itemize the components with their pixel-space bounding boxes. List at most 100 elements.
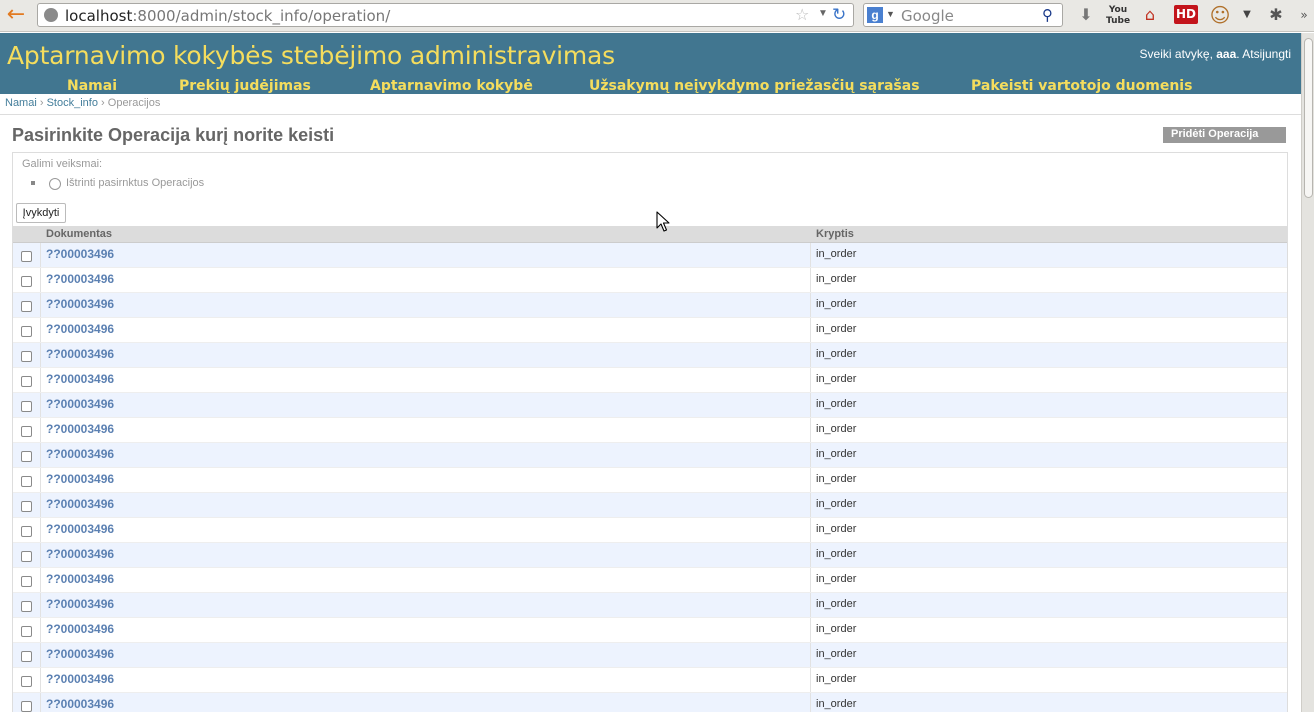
row-checkbox-cell <box>13 693 41 712</box>
table-row: ??00003496 in_order <box>13 343 1287 368</box>
document-link[interactable]: ??00003496 <box>46 372 114 386</box>
row-checkbox[interactable] <box>21 601 32 612</box>
document-link[interactable]: ??00003496 <box>46 447 114 461</box>
youtube-icon[interactable]: You Tube <box>1106 5 1130 27</box>
row-checkbox[interactable] <box>21 276 32 287</box>
table-row: ??00003496 in_order <box>13 393 1287 418</box>
row-checkbox[interactable] <box>21 651 32 662</box>
row-checkbox[interactable] <box>21 251 32 262</box>
vertical-scrollbar[interactable] <box>1301 33 1314 712</box>
column-header-direction[interactable]: Kryptis <box>816 228 854 240</box>
row-checkbox[interactable] <box>21 426 32 437</box>
document-link[interactable]: ??00003496 <box>46 647 114 661</box>
direction-value: in_order <box>816 548 857 560</box>
breadcrumb-app[interactable]: Stock_info <box>47 97 98 109</box>
search-input[interactable]: Google <box>901 7 954 25</box>
document-link[interactable]: ??00003496 <box>46 322 114 336</box>
download-icon[interactable]: ⬇ <box>1074 4 1098 26</box>
document-link[interactable]: ??00003496 <box>46 272 114 286</box>
direction-value: in_order <box>816 598 857 610</box>
changelist: Galimi veiksmai: Ištrinti pasirnktus Ope… <box>12 152 1288 712</box>
address-bar[interactable]: localhost:8000/admin/stock_info/operatio… <box>37 3 854 27</box>
row-checkbox[interactable] <box>21 551 32 562</box>
document-link[interactable]: ??00003496 <box>46 347 114 361</box>
direction-value: in_order <box>816 698 857 710</box>
greasemonkey-icon[interactable]: ☺ <box>1208 4 1232 26</box>
column-divider <box>810 518 811 542</box>
history-dropdown-icon[interactable]: ▼ <box>818 8 828 19</box>
nav-item-change-user-data[interactable]: Pakeisti vartotojo duomenis <box>971 78 1192 94</box>
document-link[interactable]: ??00003496 <box>46 472 114 486</box>
page-title: Pasirinkite Operacija kurį norite keisti <box>12 125 335 145</box>
column-divider <box>810 343 811 367</box>
bookmark-star-icon[interactable]: ☆ <box>795 5 809 24</box>
delete-selected-label[interactable]: Ištrinti pasirnktus Operacijos <box>66 177 204 189</box>
row-checkbox-cell <box>13 593 41 617</box>
document-link[interactable]: ??00003496 <box>46 422 114 436</box>
document-link[interactable]: ??00003496 <box>46 697 114 711</box>
row-checkbox-cell <box>13 418 41 442</box>
row-checkbox[interactable] <box>21 451 32 462</box>
nav-item-unfulfilled-reasons[interactable]: Užsakymų neįvykdymo priežasčių sąrašas <box>589 78 920 94</box>
row-checkbox[interactable] <box>21 576 32 587</box>
table-row: ??00003496 in_order <box>13 318 1287 343</box>
url-text[interactable]: localhost:8000/admin/stock_info/operatio… <box>65 7 390 25</box>
search-bar[interactable]: g ▼ Google ⚲ <box>863 3 1063 27</box>
document-link[interactable]: ??00003496 <box>46 597 114 611</box>
direction-value: in_order <box>816 298 857 310</box>
document-link[interactable]: ??00003496 <box>46 547 114 561</box>
row-checkbox-cell <box>13 518 41 542</box>
delete-selected-radio[interactable] <box>49 178 61 190</box>
document-link[interactable]: ??00003496 <box>46 622 114 636</box>
engine-dropdown-icon[interactable]: ▼ <box>886 9 895 19</box>
addon-dropdown-icon[interactable]: ▼ <box>1240 4 1254 26</box>
row-checkbox[interactable] <box>21 526 32 537</box>
document-link[interactable]: ??00003496 <box>46 522 114 536</box>
row-checkbox-cell <box>13 618 41 642</box>
row-checkbox[interactable] <box>21 626 32 637</box>
row-checkbox[interactable] <box>21 326 32 337</box>
column-header-document[interactable]: Dokumentas <box>46 228 112 240</box>
row-checkbox[interactable] <box>21 351 32 362</box>
google-engine-icon[interactable]: g <box>867 7 883 23</box>
run-action-button[interactable]: Įvykdyti <box>16 203 66 223</box>
direction-value: in_order <box>816 448 857 460</box>
table-row: ??00003496 in_order <box>13 668 1287 693</box>
column-divider <box>810 468 811 492</box>
table-row: ??00003496 in_order <box>13 268 1287 293</box>
column-divider <box>810 418 811 442</box>
column-divider <box>810 318 811 342</box>
document-link[interactable]: ??00003496 <box>46 397 114 411</box>
nav-item-home[interactable]: Namai <box>67 78 117 94</box>
row-checkbox[interactable] <box>21 401 32 412</box>
row-checkbox[interactable] <box>21 701 32 712</box>
add-operation-button[interactable]: Pridėti Operacija <box>1163 127 1286 143</box>
search-icon[interactable]: ⚲ <box>1042 6 1053 24</box>
row-checkbox[interactable] <box>21 376 32 387</box>
back-arrow-icon[interactable]: ← <box>4 4 28 28</box>
reload-icon[interactable]: ↻ <box>832 5 846 25</box>
document-link[interactable]: ??00003496 <box>46 672 114 686</box>
document-link[interactable]: ??00003496 <box>46 247 114 261</box>
home-icon[interactable]: ⌂ <box>1138 4 1162 26</box>
row-checkbox[interactable] <box>21 476 32 487</box>
firebug-icon[interactable]: ✱ <box>1264 4 1288 26</box>
document-link[interactable]: ??00003496 <box>46 497 114 511</box>
row-checkbox[interactable] <box>21 676 32 687</box>
toolbar-overflow-icon[interactable]: » <box>1292 4 1314 26</box>
document-link[interactable]: ??00003496 <box>46 297 114 311</box>
row-checkbox[interactable] <box>21 501 32 512</box>
table-row: ??00003496 in_order <box>13 368 1287 393</box>
nav-item-stock-movement[interactable]: Prekių judėjimas <box>179 78 311 94</box>
logout-link[interactable]: Atsijungti <box>1242 47 1291 61</box>
results-table: Dokumentas Kryptis ??00003496 in_order ??0… <box>13 226 1287 712</box>
direction-value: in_order <box>816 473 857 485</box>
row-checkbox[interactable] <box>21 301 32 312</box>
hd-icon[interactable]: HD <box>1174 5 1198 24</box>
document-link[interactable]: ??00003496 <box>46 572 114 586</box>
nav-item-service-quality[interactable]: Aptarnavimo kokybė <box>370 78 533 94</box>
scrollbar-thumb[interactable] <box>1304 38 1313 198</box>
breadcrumb-home[interactable]: Namai <box>5 97 37 109</box>
globe-icon <box>44 8 58 22</box>
direction-value: in_order <box>816 573 857 585</box>
